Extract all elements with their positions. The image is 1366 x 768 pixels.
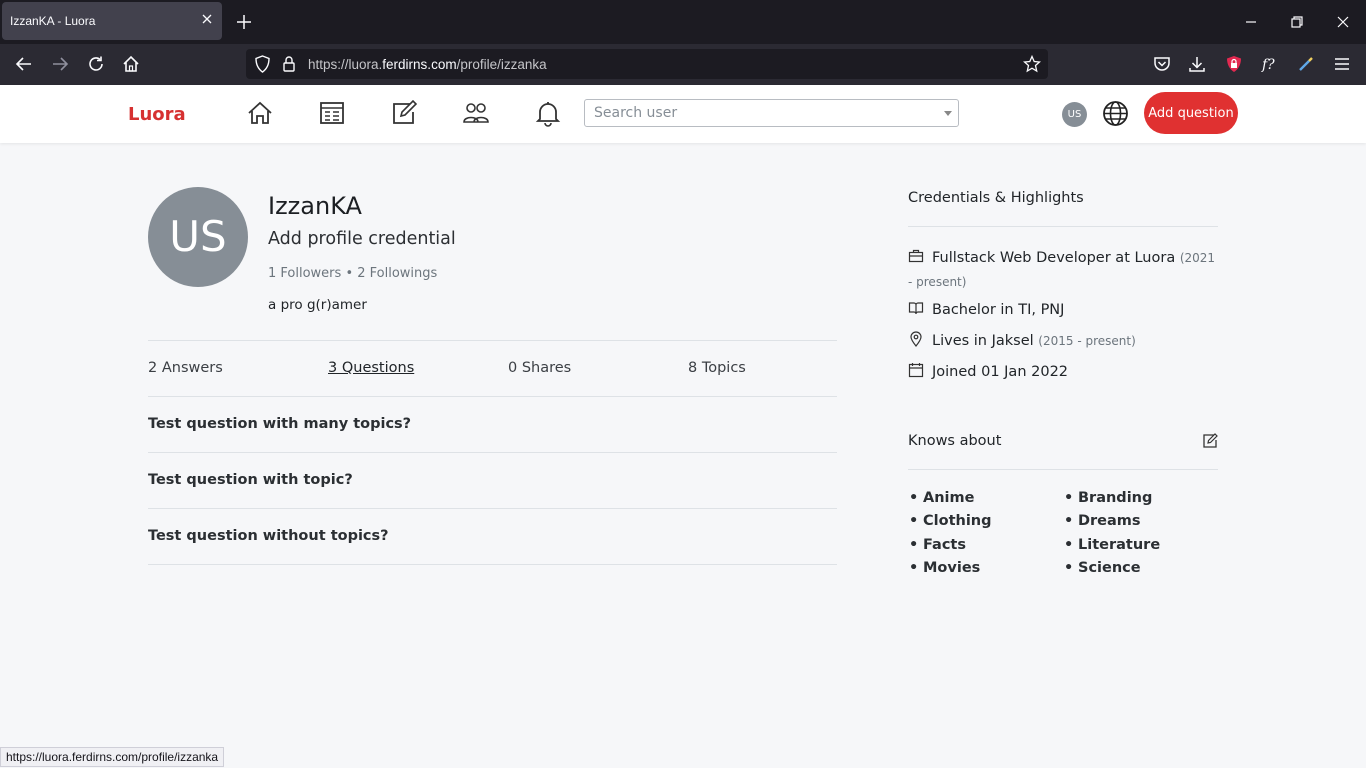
restore-icon[interactable] bbox=[1289, 14, 1305, 30]
credential-location: Lives in Jaksel (2015 - present) bbox=[908, 331, 1136, 349]
pocket-icon[interactable] bbox=[1153, 55, 1171, 73]
topic-item[interactable]: Movies bbox=[909, 560, 980, 576]
divider bbox=[908, 226, 1218, 227]
calendar-icon bbox=[908, 363, 924, 378]
question-link[interactable]: Test question without topics? bbox=[148, 528, 389, 544]
credential-joined: Joined 01 Jan 2022 bbox=[908, 362, 1068, 380]
browser-toolbar: https://luora.ferdirns.com/profile/izzan… bbox=[0, 44, 1366, 85]
credential-joined-text: Joined 01 Jan 2022 bbox=[932, 364, 1069, 380]
search-user-input[interactable] bbox=[585, 100, 925, 126]
follow-counts: 1 Followers • 2 Followings bbox=[268, 266, 437, 281]
topic-item[interactable]: Facts bbox=[909, 537, 966, 553]
tab-title: IzzanKA - Luora bbox=[10, 14, 96, 28]
svg-text:f?: f? bbox=[1261, 57, 1275, 73]
tab-answers[interactable]: 2 Answers bbox=[148, 360, 223, 376]
answer-list-icon[interactable] bbox=[318, 99, 346, 127]
app-header: Luora US Add question bbox=[0, 85, 1366, 143]
divider bbox=[148, 340, 837, 341]
tab-shares[interactable]: 0 Shares bbox=[508, 360, 571, 376]
new-tab-icon[interactable] bbox=[236, 14, 252, 30]
minimize-icon[interactable] bbox=[1243, 14, 1259, 30]
back-icon[interactable] bbox=[15, 55, 33, 73]
divider bbox=[148, 508, 837, 509]
home-icon[interactable] bbox=[122, 55, 140, 73]
separator-dot: • bbox=[345, 266, 354, 281]
reload-icon[interactable] bbox=[87, 55, 105, 73]
credential-location-text: Lives in Jaksel bbox=[932, 333, 1034, 349]
profile-username: IzzanKA bbox=[268, 192, 362, 220]
followers-count[interactable]: 1 Followers bbox=[268, 266, 341, 281]
question-link[interactable]: Test question with topic? bbox=[148, 472, 353, 488]
map-pin-icon bbox=[910, 331, 922, 347]
tab-topics[interactable]: 8 Topics bbox=[688, 360, 746, 376]
formula-extension-icon[interactable]: f? bbox=[1261, 55, 1279, 73]
followings-count[interactable]: 2 Followings bbox=[357, 266, 437, 281]
topic-item[interactable]: Anime bbox=[909, 490, 975, 506]
divider bbox=[148, 452, 837, 453]
divider bbox=[908, 469, 1218, 470]
add-profile-credential-link[interactable]: Add profile credential bbox=[268, 229, 456, 249]
profile-avatar: US bbox=[148, 187, 248, 287]
close-window-icon[interactable] bbox=[1335, 14, 1351, 30]
credential-education-text: Bachelor in TI, PNJ bbox=[932, 302, 1065, 318]
address-bar[interactable]: https://luora.ferdirns.com/profile/izzan… bbox=[246, 49, 1048, 79]
download-icon[interactable] bbox=[1188, 55, 1206, 73]
credential-education: Bachelor in TI, PNJ bbox=[908, 300, 1064, 318]
home-nav-icon[interactable] bbox=[246, 99, 274, 127]
credential-job: Fullstack Web Developer at Luora (2021 -… bbox=[908, 246, 1218, 294]
credential-job-text: Fullstack Web Developer at Luora bbox=[932, 250, 1176, 266]
divider bbox=[148, 396, 837, 397]
profile-bio: a pro g(r)amer bbox=[268, 297, 367, 313]
briefcase-icon bbox=[908, 249, 924, 263]
book-icon bbox=[908, 302, 924, 315]
status-bar-url: https://luora.ferdirns.com/profile/izzan… bbox=[0, 747, 225, 767]
brand-logo[interactable]: Luora bbox=[128, 104, 186, 125]
credentials-title: Credentials & Highlights bbox=[908, 190, 1084, 206]
edit-icon[interactable] bbox=[1202, 433, 1218, 449]
user-avatar[interactable]: US bbox=[1062, 102, 1087, 127]
search-user-field[interactable] bbox=[584, 99, 959, 127]
topic-item[interactable]: Science bbox=[1064, 560, 1141, 576]
color-picker-icon[interactable] bbox=[1297, 55, 1315, 73]
knows-about-title: Knows about bbox=[908, 433, 1002, 449]
globe-language-icon[interactable] bbox=[1102, 100, 1129, 127]
tab-questions[interactable]: 3 Questions bbox=[328, 360, 414, 376]
menu-icon[interactable] bbox=[1333, 55, 1351, 73]
divider bbox=[148, 564, 837, 565]
topic-item[interactable]: Clothing bbox=[909, 513, 991, 529]
browser-tab[interactable]: IzzanKA - Luora bbox=[2, 2, 222, 40]
lock-icon[interactable] bbox=[282, 55, 296, 73]
chevron-down-icon[interactable] bbox=[944, 111, 952, 116]
topic-item[interactable]: Dreams bbox=[1064, 513, 1140, 529]
close-tab-icon[interactable] bbox=[200, 12, 214, 26]
url-text[interactable]: https://luora.ferdirns.com/profile/izzan… bbox=[308, 57, 547, 72]
bookmark-star-icon[interactable] bbox=[1023, 55, 1041, 73]
add-question-button[interactable]: Add question bbox=[1144, 92, 1238, 134]
topic-item[interactable]: Branding bbox=[1064, 490, 1152, 506]
ublock-shield-icon[interactable] bbox=[1225, 55, 1243, 73]
shield-icon[interactable] bbox=[254, 55, 271, 73]
spaces-people-icon[interactable] bbox=[462, 99, 490, 127]
topic-item[interactable]: Literature bbox=[1064, 537, 1160, 553]
browser-tab-bar: IzzanKA - Luora bbox=[0, 0, 1366, 44]
notifications-bell-icon[interactable] bbox=[534, 99, 562, 127]
write-answer-icon[interactable] bbox=[390, 99, 418, 127]
question-link[interactable]: Test question with many topics? bbox=[148, 416, 411, 432]
credential-location-period: (2015 - present) bbox=[1038, 334, 1136, 348]
forward-icon[interactable] bbox=[51, 55, 69, 73]
